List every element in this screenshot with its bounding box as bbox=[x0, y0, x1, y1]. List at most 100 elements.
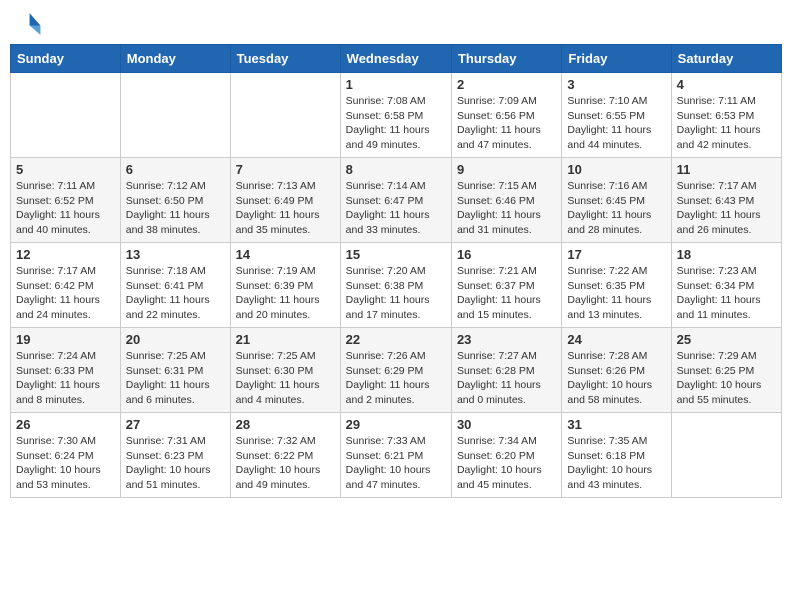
day-info: Sunrise: 7:19 AM Sunset: 6:39 PM Dayligh… bbox=[236, 264, 335, 323]
column-header-monday: Monday bbox=[120, 45, 230, 73]
day-number: 28 bbox=[236, 417, 335, 432]
calendar-cell: 6 Sunrise: 7:12 AM Sunset: 6:50 PM Daylig… bbox=[120, 158, 230, 243]
calendar-cell: 4 Sunrise: 7:11 AM Sunset: 6:53 PM Daylig… bbox=[671, 73, 781, 158]
day-number: 21 bbox=[236, 332, 335, 347]
calendar-cell: 8 Sunrise: 7:14 AM Sunset: 6:47 PM Daylig… bbox=[340, 158, 451, 243]
calendar-cell: 3Sunrise: 7:10 AM Sunset: 6:55 PM Daylig… bbox=[562, 73, 671, 158]
day-info: Sunrise: 7:11 AM Sunset: 6:53 PM Dayligh… bbox=[677, 94, 776, 153]
day-number: 30 bbox=[457, 417, 556, 432]
calendar-cell: 29 Sunrise: 7:33 AM Sunset: 6:21 PM Dayli… bbox=[340, 413, 451, 498]
calendar-cell: 23 Sunrise: 7:27 AM Sunset: 6:28 PM Dayli… bbox=[451, 328, 561, 413]
column-header-tuesday: Tuesday bbox=[230, 45, 340, 73]
day-info: Sunrise: 7:17 AM Sunset: 6:43 PM Dayligh… bbox=[677, 179, 776, 238]
day-info: Sunrise: 7:29 AM Sunset: 6:25 PM Dayligh… bbox=[677, 349, 776, 408]
day-number: 27 bbox=[126, 417, 225, 432]
day-info: Sunrise: 7:33 AM Sunset: 6:21 PM Dayligh… bbox=[346, 434, 446, 493]
day-info: Sunrise: 7:13 AM Sunset: 6:49 PM Dayligh… bbox=[236, 179, 335, 238]
calendar-cell: 30 Sunrise: 7:34 AM Sunset: 6:20 PM Dayli… bbox=[451, 413, 561, 498]
calendar-week-row: 12 Sunrise: 7:17 AM Sunset: 6:42 PM Dayli… bbox=[11, 243, 782, 328]
calendar-cell: 15 Sunrise: 7:20 AM Sunset: 6:38 PM Dayli… bbox=[340, 243, 451, 328]
calendar-cell: 9 Sunrise: 7:15 AM Sunset: 6:46 PM Daylig… bbox=[451, 158, 561, 243]
day-number: 26 bbox=[16, 417, 115, 432]
calendar-week-row: 5 Sunrise: 7:11 AM Sunset: 6:52 PM Daylig… bbox=[11, 158, 782, 243]
day-number: 22 bbox=[346, 332, 446, 347]
calendar-week-row: 26 Sunrise: 7:30 AM Sunset: 6:24 PM Dayli… bbox=[11, 413, 782, 498]
calendar-cell bbox=[230, 73, 340, 158]
day-number: 24 bbox=[567, 332, 665, 347]
day-number: 23 bbox=[457, 332, 556, 347]
day-info: Sunrise: 7:34 AM Sunset: 6:20 PM Dayligh… bbox=[457, 434, 556, 493]
column-header-friday: Friday bbox=[562, 45, 671, 73]
day-number: 16 bbox=[457, 247, 556, 262]
calendar-cell bbox=[120, 73, 230, 158]
calendar-header-row: SundayMondayTuesdayWednesdayThursdayFrid… bbox=[11, 45, 782, 73]
calendar-cell: 19Sunrise: 7:24 AM Sunset: 6:33 PM Dayli… bbox=[11, 328, 121, 413]
day-number: 8 bbox=[346, 162, 446, 177]
column-header-saturday: Saturday bbox=[671, 45, 781, 73]
day-info: Sunrise: 7:11 AM Sunset: 6:52 PM Dayligh… bbox=[16, 179, 115, 238]
day-info: Sunrise: 7:14 AM Sunset: 6:47 PM Dayligh… bbox=[346, 179, 446, 238]
day-info: Sunrise: 7:27 AM Sunset: 6:28 PM Dayligh… bbox=[457, 349, 556, 408]
calendar-table: SundayMondayTuesdayWednesdayThursdayFrid… bbox=[10, 44, 782, 498]
day-number: 6 bbox=[126, 162, 225, 177]
day-number: 9 bbox=[457, 162, 556, 177]
day-number: 1 bbox=[346, 77, 446, 92]
calendar-cell: 14 Sunrise: 7:19 AM Sunset: 6:39 PM Dayli… bbox=[230, 243, 340, 328]
calendar-cell: 12 Sunrise: 7:17 AM Sunset: 6:42 PM Dayli… bbox=[11, 243, 121, 328]
column-header-sunday: Sunday bbox=[11, 45, 121, 73]
calendar-cell: 18Sunrise: 7:23 AM Sunset: 6:34 PM Dayli… bbox=[671, 243, 781, 328]
day-info: Sunrise: 7:30 AM Sunset: 6:24 PM Dayligh… bbox=[16, 434, 115, 493]
day-info: Sunrise: 7:32 AM Sunset: 6:22 PM Dayligh… bbox=[236, 434, 335, 493]
day-number: 15 bbox=[346, 247, 446, 262]
calendar-cell: 20Sunrise: 7:25 AM Sunset: 6:31 PM Dayli… bbox=[120, 328, 230, 413]
calendar-cell: 2Sunrise: 7:09 AM Sunset: 6:56 PM Daylig… bbox=[451, 73, 561, 158]
day-number: 5 bbox=[16, 162, 115, 177]
calendar-cell: 11 Sunrise: 7:17 AM Sunset: 6:43 PM Dayli… bbox=[671, 158, 781, 243]
day-info: Sunrise: 7:17 AM Sunset: 6:42 PM Dayligh… bbox=[16, 264, 115, 323]
calendar-cell: 22 Sunrise: 7:26 AM Sunset: 6:29 PM Dayli… bbox=[340, 328, 451, 413]
day-info: Sunrise: 7:28 AM Sunset: 6:26 PM Dayligh… bbox=[567, 349, 665, 408]
day-number: 25 bbox=[677, 332, 776, 347]
calendar-week-row: 1 Sunrise: 7:08 AM Sunset: 6:58 PM Daylig… bbox=[11, 73, 782, 158]
calendar-cell: 26 Sunrise: 7:30 AM Sunset: 6:24 PM Dayli… bbox=[11, 413, 121, 498]
calendar-cell: 10 Sunrise: 7:16 AM Sunset: 6:45 PM Dayli… bbox=[562, 158, 671, 243]
day-number: 10 bbox=[567, 162, 665, 177]
calendar-cell: 24 Sunrise: 7:28 AM Sunset: 6:26 PM Dayli… bbox=[562, 328, 671, 413]
day-number: 29 bbox=[346, 417, 446, 432]
day-number: 7 bbox=[236, 162, 335, 177]
calendar-week-row: 19Sunrise: 7:24 AM Sunset: 6:33 PM Dayli… bbox=[11, 328, 782, 413]
page-header bbox=[10, 10, 782, 38]
day-number: 13 bbox=[126, 247, 225, 262]
logo bbox=[14, 10, 44, 38]
day-number: 14 bbox=[236, 247, 335, 262]
day-info: Sunrise: 7:10 AM Sunset: 6:55 PM Dayligh… bbox=[567, 94, 665, 153]
day-info: Sunrise: 7:08 AM Sunset: 6:58 PM Dayligh… bbox=[346, 94, 446, 153]
day-info: Sunrise: 7:16 AM Sunset: 6:45 PM Dayligh… bbox=[567, 179, 665, 238]
calendar-cell bbox=[671, 413, 781, 498]
column-header-wednesday: Wednesday bbox=[340, 45, 451, 73]
calendar-cell bbox=[11, 73, 121, 158]
calendar-cell: 31Sunrise: 7:35 AM Sunset: 6:18 PM Dayli… bbox=[562, 413, 671, 498]
day-number: 12 bbox=[16, 247, 115, 262]
day-info: Sunrise: 7:26 AM Sunset: 6:29 PM Dayligh… bbox=[346, 349, 446, 408]
day-number: 4 bbox=[677, 77, 776, 92]
column-header-thursday: Thursday bbox=[451, 45, 561, 73]
calendar-cell: 21 Sunrise: 7:25 AM Sunset: 6:30 PM Dayli… bbox=[230, 328, 340, 413]
day-info: Sunrise: 7:15 AM Sunset: 6:46 PM Dayligh… bbox=[457, 179, 556, 238]
calendar-cell: 1 Sunrise: 7:08 AM Sunset: 6:58 PM Daylig… bbox=[340, 73, 451, 158]
day-number: 20 bbox=[126, 332, 225, 347]
day-number: 19 bbox=[16, 332, 115, 347]
calendar-cell: 17 Sunrise: 7:22 AM Sunset: 6:35 PM Dayli… bbox=[562, 243, 671, 328]
day-info: Sunrise: 7:20 AM Sunset: 6:38 PM Dayligh… bbox=[346, 264, 446, 323]
calendar-cell: 25 Sunrise: 7:29 AM Sunset: 6:25 PM Dayli… bbox=[671, 328, 781, 413]
day-info: Sunrise: 7:12 AM Sunset: 6:50 PM Dayligh… bbox=[126, 179, 225, 238]
day-number: 2 bbox=[457, 77, 556, 92]
day-number: 17 bbox=[567, 247, 665, 262]
calendar-cell: 16Sunrise: 7:21 AM Sunset: 6:37 PM Dayli… bbox=[451, 243, 561, 328]
day-info: Sunrise: 7:35 AM Sunset: 6:18 PM Dayligh… bbox=[567, 434, 665, 493]
day-info: Sunrise: 7:22 AM Sunset: 6:35 PM Dayligh… bbox=[567, 264, 665, 323]
day-info: Sunrise: 7:31 AM Sunset: 6:23 PM Dayligh… bbox=[126, 434, 225, 493]
day-info: Sunrise: 7:25 AM Sunset: 6:30 PM Dayligh… bbox=[236, 349, 335, 408]
day-number: 11 bbox=[677, 162, 776, 177]
calendar-cell: 27 Sunrise: 7:31 AM Sunset: 6:23 PM Dayli… bbox=[120, 413, 230, 498]
